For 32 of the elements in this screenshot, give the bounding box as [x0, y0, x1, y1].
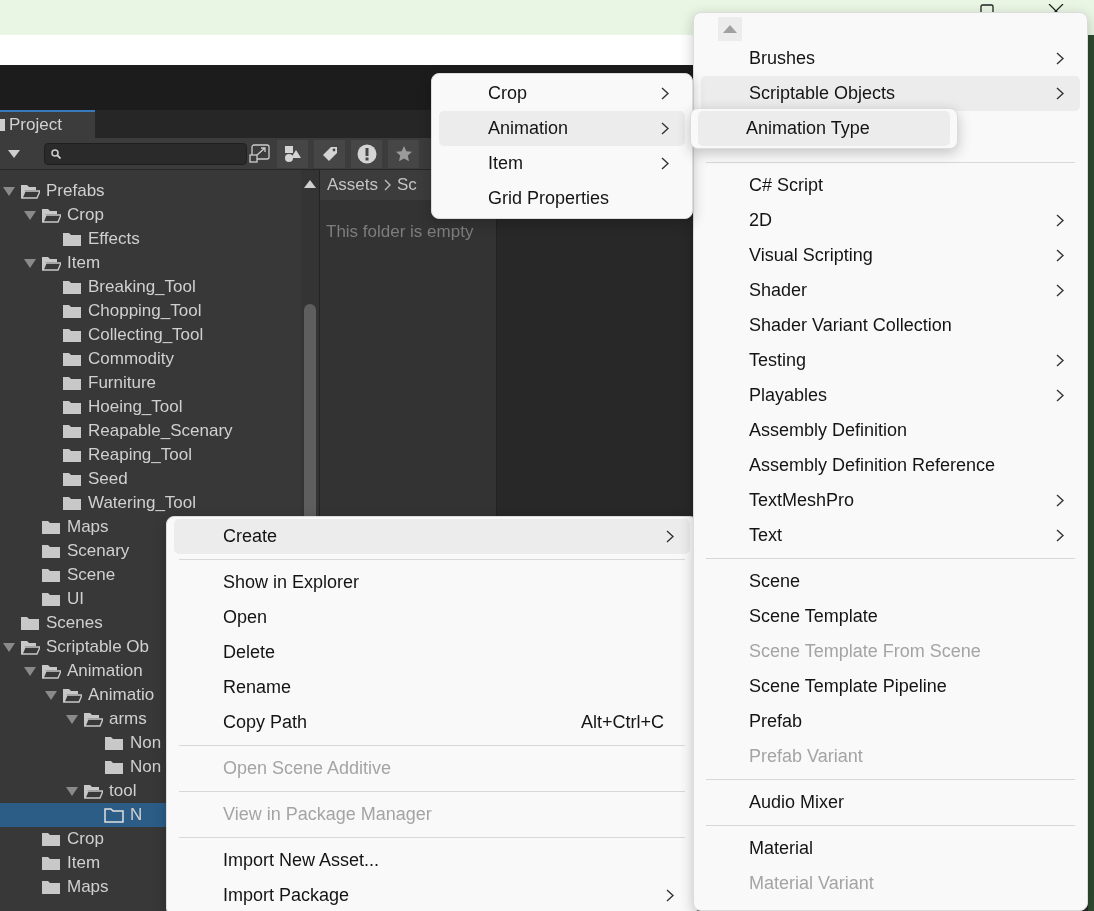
folder-name: Breaking_Tool	[88, 277, 196, 297]
folder-name: Reaping_Tool	[88, 445, 192, 465]
folder-name: Reapable_Scenary	[88, 421, 233, 441]
folder-name: Watering_Tool	[88, 493, 197, 513]
folder-name: tool	[109, 781, 137, 801]
folder-name: Animatio	[88, 685, 155, 705]
folder-name: arms	[109, 709, 147, 729]
folder-name: Non	[130, 757, 162, 777]
folder-name: Item	[67, 853, 101, 873]
folder-name: Crop	[67, 205, 104, 225]
empty-folder-message: This folder is empty	[325, 221, 475, 242]
folder-name: Scenes	[46, 613, 103, 633]
folder-name: Hoeing_Tool	[88, 397, 183, 417]
folder-name: Prefabs	[46, 181, 105, 201]
folder-name: Seed	[88, 469, 128, 489]
folder-name: Item	[67, 253, 101, 273]
folder-name: Crop	[67, 829, 104, 849]
folder-name: Scene	[67, 565, 116, 585]
folder-name: Collecting_Tool	[88, 325, 204, 345]
folder-name: Furniture	[88, 373, 157, 393]
folder-name: Maps	[67, 517, 109, 537]
folder-name: Scriptable Ob	[46, 637, 149, 657]
folder-name: Effects	[88, 229, 140, 249]
folder-name: UI	[67, 589, 84, 609]
shortcut-label: Alt+Ctrl+C	[580, 712, 665, 733]
folder-name: Scenary	[67, 541, 130, 561]
folder-name: Animation	[67, 661, 143, 681]
folder-name: N	[130, 805, 143, 825]
folder-name: Maps	[67, 877, 109, 897]
folder-name: Non	[130, 733, 162, 753]
folder-name: Commodity	[88, 349, 174, 369]
folder-name: Chopping_Tool	[88, 301, 202, 321]
